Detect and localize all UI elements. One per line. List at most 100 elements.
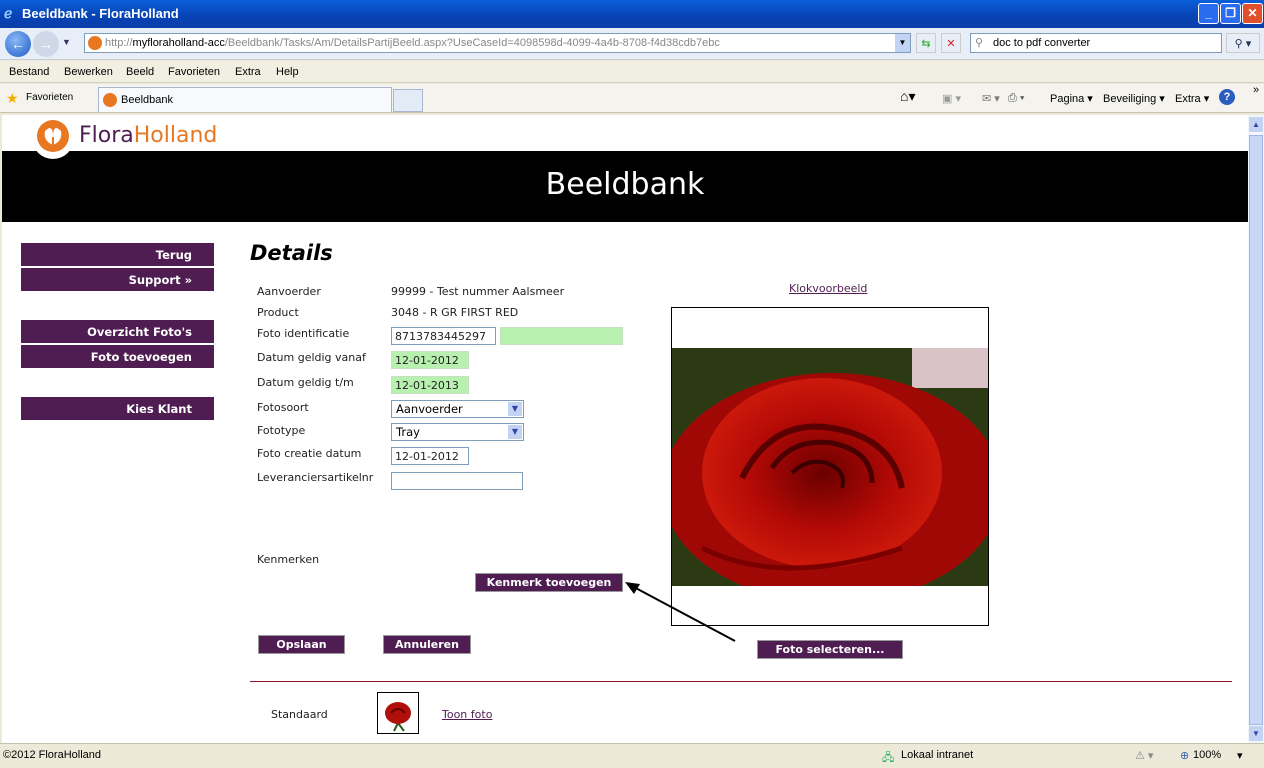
url-dropdown-icon[interactable]: ▼ [895, 34, 910, 52]
tab-label: Beeldbank [121, 94, 173, 106]
window-title: Beeldbank - FloraHolland [22, 6, 179, 21]
fototype-label: Fototype [257, 424, 306, 437]
vertical-scrollbar[interactable]: ▲ ▼ [1248, 115, 1264, 743]
page-title: Details [250, 241, 333, 265]
help-icon[interactable]: ? [1219, 89, 1235, 105]
search-icon: ⚲ [975, 37, 984, 49]
title-bar: ℯ Beeldbank - FloraHolland _ ❐ ✕ [0, 0, 1264, 28]
menu-help[interactable]: Help [276, 66, 299, 78]
sidebar-item-terug[interactable]: Terug [21, 243, 214, 266]
ie-icon: ℯ [4, 5, 13, 21]
home-icon[interactable]: ⌂▾ [900, 88, 915, 105]
favorites-button[interactable]: Favorieten [26, 92, 73, 103]
sidebar-item-foto-toevoegen[interactable]: Foto toevoegen [21, 345, 214, 368]
print-icon[interactable]: ⎙ ▾ [1008, 92, 1024, 105]
logo-holland: Holland [133, 123, 218, 148]
sidebar-item-overzicht-fotos[interactable]: Overzicht Foto's [21, 320, 214, 343]
opslaan-button[interactable]: Opslaan [258, 635, 345, 654]
standaard-label: Standaard [271, 708, 328, 721]
scroll-up-icon[interactable]: ▲ [1249, 117, 1263, 132]
leverancier-input[interactable] [391, 472, 523, 490]
protected-mode-icon[interactable]: ⚠ ▾ [1135, 749, 1153, 762]
fotosoort-value: Aanvoerder [396, 402, 463, 416]
web-page: Beeldbank FloraHolland Terug Support » O… [2, 115, 1248, 743]
leverancier-label: Leveranciersartikelnr [257, 471, 374, 484]
banner-title: Beeldbank [545, 167, 705, 202]
close-button[interactable]: ✕ [1242, 3, 1263, 24]
kenmerken-label: Kenmerken [257, 553, 320, 566]
creatie-input[interactable]: 12-01-2012 [391, 447, 469, 465]
toon-foto-link[interactable]: Toon foto [442, 708, 492, 721]
scroll-down-icon[interactable]: ▼ [1249, 726, 1263, 741]
thumbnail-rose[interactable] [377, 692, 419, 734]
logo-flora: Flora [79, 123, 134, 148]
foto-selecteren-button[interactable]: Foto selecteren... [757, 640, 903, 659]
minimize-button[interactable]: _ [1198, 3, 1219, 24]
fototype-value: Tray [396, 425, 420, 439]
aanvoerder-value: 99999 - Test nummer Aalsmeer [391, 285, 565, 298]
menu-extra[interactable]: Extra [235, 66, 261, 78]
chevron-down-icon: ▼ [508, 402, 522, 416]
chevron-down-icon: ▼ [508, 425, 522, 439]
search-value: doc to pdf converter [993, 37, 1091, 49]
fotosoort-select[interactable]: Aanvoerder ▼ [391, 400, 524, 418]
klokvoorbeeld-link[interactable]: Klokvoorbeeld [789, 282, 867, 295]
zoom-icon: ⊕ [1180, 750, 1190, 762]
menu-bestand[interactable]: Bestand [9, 66, 49, 78]
floraholland-logo-icon[interactable] [32, 117, 74, 159]
foto-id-input[interactable]: 8713783445297 [391, 327, 496, 345]
zoom-dropdown-icon[interactable]: ▾ [1237, 749, 1243, 762]
extra-menu[interactable]: Extra ▾ [1175, 92, 1209, 105]
overflow-chevron-icon[interactable]: » [1253, 84, 1259, 96]
menu-beeld[interactable]: Beeld [126, 66, 154, 78]
refresh-icon[interactable]: ⇆ [916, 33, 936, 53]
url-input[interactable]: http://myfloraholland-acc/Beeldbank/Task… [84, 33, 911, 53]
history-dropdown-icon[interactable]: ▼ [62, 37, 71, 47]
url-host: myfloraholland-acc [132, 37, 225, 49]
menu-bewerken[interactable]: Bewerken [64, 66, 113, 78]
star-icon: ★ [6, 90, 19, 106]
menu-favorieten[interactable]: Favorieten [168, 66, 220, 78]
maximize-button[interactable]: ❐ [1220, 3, 1241, 24]
site-icon [88, 36, 102, 50]
sidebar-item-support[interactable]: Support » [21, 268, 214, 291]
creatie-label: Foto creatie datum [257, 447, 362, 460]
feeds-icon[interactable]: ▣ ▾ [942, 92, 961, 105]
site-icon [103, 93, 117, 107]
annuleren-button[interactable]: Annuleren [383, 635, 471, 654]
rose-photo [672, 348, 988, 586]
logo-text: FloraHolland [79, 123, 217, 148]
aanvoerder-label: Aanvoerder [257, 285, 321, 298]
beveiliging-menu[interactable]: Beveiliging ▾ [1103, 92, 1165, 105]
fototype-select[interactable]: Tray ▼ [391, 423, 524, 441]
mail-icon[interactable]: ✉ ▾ [982, 92, 1000, 105]
back-button[interactable]: ← [5, 31, 31, 57]
pagina-menu[interactable]: Pagina ▾ [1050, 92, 1093, 105]
foto-id-extra-input[interactable] [500, 327, 623, 345]
fotosoort-label: Fotosoort [257, 401, 309, 414]
search-button[interactable]: ⚲ ▾ [1226, 33, 1260, 53]
intranet-icon: 🖧 [882, 752, 895, 764]
scroll-thumb[interactable] [1249, 135, 1263, 725]
stop-icon[interactable]: ✕ [941, 33, 961, 53]
product-value: 3048 - R GR FIRST RED [391, 306, 519, 319]
sidebar-item-kies-klant[interactable]: Kies Klant [21, 397, 214, 420]
favorites-bar: ★ Favorieten Beeldbank ⌂▾ ▣ ▾ ✉ ▾ ⎙ ▾ Pa… [0, 84, 1264, 113]
forward-button[interactable]: → [33, 31, 59, 57]
tab-beeldbank[interactable]: Beeldbank [98, 87, 392, 112]
zone-text: Lokaal intranet [901, 749, 974, 761]
product-label: Product [257, 306, 299, 319]
new-tab-button[interactable] [393, 89, 423, 112]
tm-label: Datum geldig t/m [257, 376, 354, 389]
menu-bar: Bestand Bewerken Beeld Favorieten Extra … [0, 61, 1264, 83]
url-prefix: http:// [105, 37, 133, 49]
zoom-level[interactable]: 100% [1193, 749, 1221, 761]
address-bar: ← → ▼ http://myfloraholland-acc/Beeldban… [0, 28, 1264, 60]
vanaf-input[interactable]: 12-01-2012 [391, 351, 469, 369]
kenmerk-toevoegen-button[interactable]: Kenmerk toevoegen [475, 573, 623, 592]
tm-input[interactable]: 12-01-2013 [391, 376, 469, 394]
url-path: /Beeldbank/Tasks/Am/DetailsPartijBeeld.a… [224, 37, 720, 49]
vanaf-label: Datum geldig vanaf [257, 351, 366, 364]
search-input[interactable]: ⚲ doc to pdf converter [970, 33, 1222, 53]
annotation-arrow-icon [625, 582, 736, 642]
